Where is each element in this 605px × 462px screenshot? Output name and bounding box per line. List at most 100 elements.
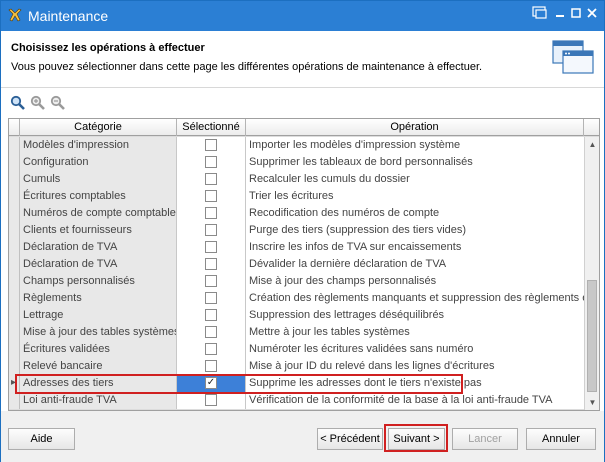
table-row[interactable]: Cumuls Recalculer les cumuls du dossier <box>9 171 584 188</box>
selected-checkbox[interactable] <box>205 173 217 185</box>
table-row[interactable]: Écritures validées Numéroter les écriture… <box>9 341 584 358</box>
table-row[interactable]: Mise à jour des tables systèmes Mettre à … <box>9 324 584 341</box>
selected-checkbox[interactable] <box>205 139 217 151</box>
selected-cell[interactable] <box>177 358 246 375</box>
row-indicator[interactable] <box>9 222 20 239</box>
selected-checkbox[interactable] <box>205 224 217 236</box>
table-row[interactable]: Déclaration de TVA Inscrire les infos de … <box>9 239 584 256</box>
operation-cell: Recodification des numéros de compte <box>246 205 584 222</box>
windows-icon <box>552 40 594 74</box>
selected-checkbox[interactable] <box>205 275 217 287</box>
row-indicator[interactable] <box>9 188 20 205</box>
row-indicator[interactable] <box>9 205 20 222</box>
row-indicator[interactable] <box>9 324 20 341</box>
row-indicator[interactable] <box>9 137 20 154</box>
next-button[interactable]: Suivant > <box>388 428 445 450</box>
scroll-up-icon[interactable]: ▲ <box>585 137 599 152</box>
selected-cell[interactable] <box>177 307 246 324</box>
row-indicator[interactable] <box>9 307 20 324</box>
selected-cell[interactable] <box>177 273 246 290</box>
search-icon[interactable] <box>10 95 26 111</box>
category-cell: Relevé bancaire <box>20 358 177 375</box>
vertical-scrollbar[interactable]: ▲ ▼ <box>584 137 599 410</box>
selected-cell[interactable]: ✓ <box>177 375 246 392</box>
selected-checkbox-checked[interactable]: ✓ <box>205 377 217 389</box>
selected-cell[interactable] <box>177 239 246 256</box>
selected-checkbox[interactable] <box>205 258 217 270</box>
table-row[interactable]: Déclaration de TVA Dévalider la dernière … <box>9 256 584 273</box>
operation-cell: Dévalider la dernière déclaration de TVA <box>246 256 584 273</box>
selected-cell[interactable] <box>177 324 246 341</box>
table-row[interactable]: Relevé bancaire Mise à jour ID du relevé … <box>9 358 584 375</box>
selected-cell[interactable] <box>177 205 246 222</box>
page-title: Choisissez les opérations à effectuer <box>11 42 205 54</box>
toolbar <box>1 89 604 117</box>
selected-checkbox[interactable] <box>205 326 217 338</box>
table-row[interactable]: Clients et fournisseurs Purge des tiers (… <box>9 222 584 239</box>
row-indicator[interactable] <box>9 239 20 256</box>
selected-checkbox[interactable] <box>205 207 217 219</box>
restore-icon[interactable] <box>531 6 549 24</box>
row-indicator[interactable] <box>9 256 20 273</box>
cancel-button[interactable]: Annuler <box>526 428 596 450</box>
zoom-in-icon[interactable] <box>30 95 46 111</box>
selected-cell[interactable] <box>177 188 246 205</box>
selected-cell[interactable] <box>177 392 246 409</box>
row-indicator[interactable] <box>9 375 20 392</box>
selected-cell[interactable] <box>177 171 246 188</box>
category-cell: Clients et fournisseurs <box>20 222 177 239</box>
row-indicator[interactable] <box>9 290 20 307</box>
row-indicator[interactable] <box>9 341 20 358</box>
selected-checkbox[interactable] <box>205 292 217 304</box>
table-row[interactable]: Champs personnalisés Mise à jour des cham… <box>9 273 584 290</box>
scroll-down-icon[interactable]: ▼ <box>585 395 599 410</box>
table-row[interactable]: Modèles d'impression Importer les modèles… <box>9 137 584 154</box>
category-cell: Mise à jour des tables systèmes <box>20 324 177 341</box>
table-row[interactable]: Adresses des tiers ✓ Supprime les adresses… <box>9 375 584 392</box>
scroll-thumb[interactable] <box>587 280 597 392</box>
selected-checkbox[interactable] <box>205 241 217 253</box>
table-row[interactable]: Règlements Création des règlements manqua… <box>9 290 584 307</box>
row-indicator[interactable] <box>9 392 20 409</box>
table-row[interactable]: Écritures comptables Trier les écritures <box>9 188 584 205</box>
selected-checkbox[interactable] <box>205 360 217 372</box>
table-row[interactable]: Loi anti-fraude TVA Vérification de la co… <box>9 392 584 409</box>
selected-cell[interactable] <box>177 256 246 273</box>
category-cell: Cumuls <box>20 171 177 188</box>
operation-cell: Mise à jour ID du relevé dans les lignes… <box>246 358 584 375</box>
column-header-category[interactable]: Catégorie <box>20 119 177 136</box>
table-row[interactable]: Configuration Supprimer les tableaux de b… <box>9 154 584 171</box>
category-cell: Modèles d'impression <box>20 137 177 154</box>
selected-checkbox[interactable] <box>205 309 217 321</box>
selected-checkbox[interactable] <box>205 190 217 202</box>
selected-checkbox[interactable] <box>205 394 217 406</box>
selected-cell[interactable] <box>177 341 246 358</box>
zoom-out-icon[interactable] <box>50 95 66 111</box>
operation-cell: Purge des tiers (suppression des tiers v… <box>246 222 584 239</box>
table-row[interactable]: Lettrage Suppression des lettrages déséqu… <box>9 307 584 324</box>
launch-button[interactable]: Lancer <box>452 428 518 450</box>
row-indicator[interactable] <box>9 358 20 375</box>
column-header-selected[interactable]: Sélectionné <box>177 119 246 136</box>
selected-cell[interactable] <box>177 290 246 307</box>
selected-cell[interactable] <box>177 222 246 239</box>
selected-cell[interactable] <box>177 137 246 154</box>
previous-button[interactable]: < Précédent <box>317 428 383 450</box>
close-icon[interactable] <box>583 6 601 24</box>
category-cell: Numéros de compte comptable <box>20 205 177 222</box>
help-button[interactable]: Aide <box>8 428 75 450</box>
header-indicator-cell <box>9 119 20 136</box>
selected-checkbox[interactable] <box>205 343 217 355</box>
column-header-operation[interactable]: Opération <box>246 119 584 136</box>
operation-cell: Supprime les adresses dont le tiers n'ex… <box>246 375 584 392</box>
row-indicator[interactable] <box>9 273 20 290</box>
row-indicator[interactable] <box>9 154 20 171</box>
selected-cell[interactable] <box>177 154 246 171</box>
category-cell: Règlements <box>20 290 177 307</box>
selected-checkbox[interactable] <box>205 156 217 168</box>
table-row[interactable]: Numéros de compte comptable Recodificatio… <box>9 205 584 222</box>
title-bar[interactable]: Maintenance <box>1 1 604 31</box>
operation-cell: Création des règlements manquants et sup… <box>246 290 584 307</box>
window-title: Maintenance <box>28 8 109 24</box>
row-indicator[interactable] <box>9 171 20 188</box>
